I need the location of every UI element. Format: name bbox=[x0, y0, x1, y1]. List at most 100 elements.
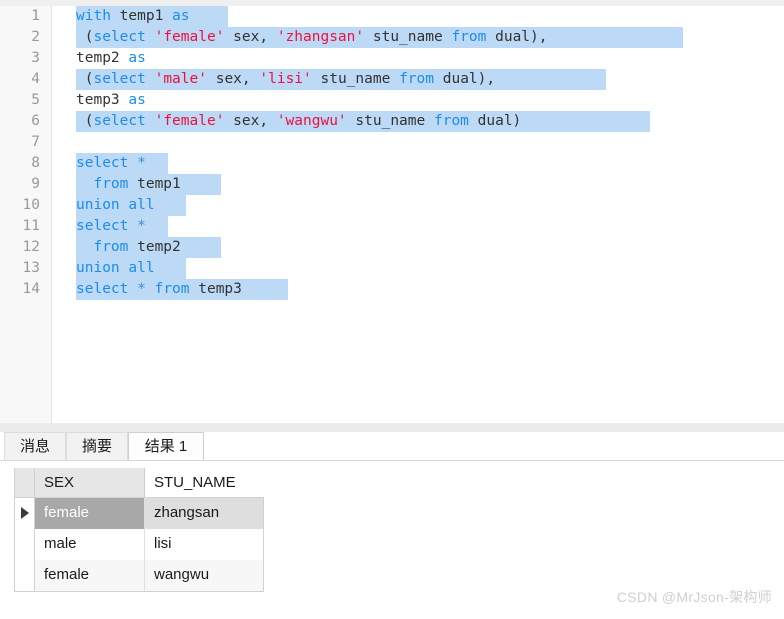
code-line-text: from temp1 bbox=[76, 174, 181, 195]
code-token: select bbox=[76, 155, 129, 171]
code-token: temp2 bbox=[76, 50, 129, 66]
results-tab[interactable]: 摘要 bbox=[66, 432, 128, 460]
code-token: union all bbox=[76, 260, 155, 276]
code-line[interactable]: 5 temp3 as bbox=[0, 90, 784, 111]
grid-row[interactable]: male lisi bbox=[15, 529, 263, 560]
grid-corner-cell bbox=[15, 468, 35, 497]
line-number: 9 bbox=[31, 176, 40, 192]
code-token: select bbox=[93, 71, 146, 87]
editor-code-area[interactable]: 1 with temp1 as 2 (select 'female' sex, 'z… bbox=[0, 6, 784, 300]
code-line[interactable]: 1 with temp1 as bbox=[0, 6, 784, 27]
code-token: stu_name bbox=[311, 71, 400, 87]
code-token: from bbox=[399, 71, 434, 87]
code-token: dual), bbox=[486, 29, 548, 45]
code-line[interactable]: 4 (select 'male' sex, 'lisi' stu_name fr… bbox=[0, 69, 784, 90]
results-tabstrip[interactable]: 结果 1 摘要 消息 bbox=[0, 432, 784, 461]
line-number: 1 bbox=[31, 8, 40, 24]
code-line-text: with temp1 as bbox=[76, 6, 190, 27]
line-number: 3 bbox=[31, 50, 40, 66]
code-token: as bbox=[128, 50, 146, 66]
code-line[interactable]: 14 select * from temp3 bbox=[0, 279, 784, 300]
results-tab[interactable]: 消息 bbox=[4, 432, 66, 460]
code-line[interactable]: 2 (select 'female' sex, 'zhangsan' stu_n… bbox=[0, 27, 784, 48]
code-token: 'zhangsan' bbox=[276, 29, 365, 45]
code-token: select bbox=[93, 113, 146, 129]
grid-cell[interactable]: male bbox=[35, 529, 145, 560]
sql-editor[interactable]: 1 with temp1 as 2 (select 'female' sex, 'z… bbox=[0, 6, 784, 423]
code-token: select bbox=[76, 218, 129, 234]
code-line-text: (select 'female' sex, 'zhangsan' stu_nam… bbox=[76, 27, 548, 48]
grid-header-row: SEX STU_NAME bbox=[15, 468, 265, 498]
code-token: dual) bbox=[468, 113, 522, 129]
line-number: 2 bbox=[31, 29, 40, 45]
code-line[interactable]: 7 bbox=[0, 132, 784, 153]
grid-row[interactable]: female zhangsan bbox=[15, 498, 263, 529]
line-number: 11 bbox=[22, 218, 40, 234]
code-token: ( bbox=[76, 113, 94, 129]
grid-column-header[interactable]: SEX bbox=[35, 468, 145, 497]
code-line[interactable]: 12 from temp2 bbox=[0, 237, 784, 258]
code-line[interactable]: 8 select * bbox=[0, 153, 784, 174]
grid-row-indicator[interactable] bbox=[15, 529, 35, 560]
code-token: sex, bbox=[206, 71, 260, 87]
results-tab[interactable]: 结果 1 bbox=[128, 432, 204, 460]
grid-row-indicator[interactable] bbox=[15, 498, 35, 529]
code-token: temp1 bbox=[110, 8, 173, 24]
code-token: stu_name bbox=[364, 29, 452, 45]
code-token: * bbox=[137, 155, 146, 171]
code-line-text: union all bbox=[76, 195, 155, 216]
code-token: 'lisi' bbox=[259, 71, 312, 87]
code-line-text: temp2 as bbox=[76, 48, 146, 69]
code-token: as bbox=[128, 92, 146, 108]
code-token: stu_name bbox=[346, 113, 434, 129]
code-token: temp3 bbox=[189, 281, 242, 297]
code-token: temp1 bbox=[128, 176, 181, 192]
code-line[interactable]: 11 select * bbox=[0, 216, 784, 237]
grid-column-header[interactable]: STU_NAME bbox=[145, 468, 265, 497]
code-line-text: from temp2 bbox=[76, 237, 181, 258]
results-grid[interactable]: SEX STU_NAME female zhangsan male lisi female w… bbox=[14, 468, 265, 592]
code-token: ( bbox=[76, 29, 94, 45]
code-token: temp3 bbox=[76, 92, 129, 108]
line-number: 14 bbox=[22, 281, 40, 297]
grid-cell[interactable]: wangwu bbox=[145, 560, 265, 591]
grid-cell[interactable]: female bbox=[35, 498, 145, 529]
code-line-text: (select 'female' sex, 'wangwu' stu_name … bbox=[76, 111, 522, 132]
grid-cell[interactable]: lisi bbox=[145, 529, 265, 560]
code-line-text: select * bbox=[76, 216, 146, 237]
line-number: 13 bbox=[22, 260, 40, 276]
code-line[interactable]: 9 from temp1 bbox=[0, 174, 784, 195]
line-number: 8 bbox=[31, 155, 40, 171]
tabstrip-underline bbox=[0, 460, 784, 461]
code-token: from bbox=[433, 113, 469, 129]
code-token: select bbox=[76, 281, 129, 297]
code-line[interactable]: 3 temp2 as bbox=[0, 48, 784, 69]
grid-cell[interactable]: zhangsan bbox=[145, 498, 265, 529]
line-number: 12 bbox=[22, 239, 40, 255]
code-line[interactable]: 10 union all bbox=[0, 195, 784, 216]
line-number: 5 bbox=[31, 92, 40, 108]
grid-row-indicator[interactable] bbox=[15, 560, 35, 591]
code-token: 'female' bbox=[154, 29, 225, 45]
code-token: from bbox=[451, 29, 487, 45]
grid-row[interactable]: female wangwu bbox=[15, 560, 263, 591]
code-line[interactable]: 13 union all bbox=[0, 258, 784, 279]
grid-cell[interactable]: female bbox=[35, 560, 145, 591]
code-token: as bbox=[172, 8, 190, 24]
code-line[interactable]: 6 (select 'female' sex, 'wangwu' stu_nam… bbox=[0, 111, 784, 132]
code-token: union all bbox=[76, 197, 155, 213]
code-token: from bbox=[93, 239, 129, 255]
code-token: temp2 bbox=[128, 239, 181, 255]
code-token: * bbox=[137, 218, 146, 234]
code-token: from bbox=[93, 176, 129, 192]
code-token: * bbox=[137, 281, 146, 297]
line-number: 6 bbox=[31, 113, 40, 129]
editor-results-splitter[interactable] bbox=[0, 423, 784, 432]
